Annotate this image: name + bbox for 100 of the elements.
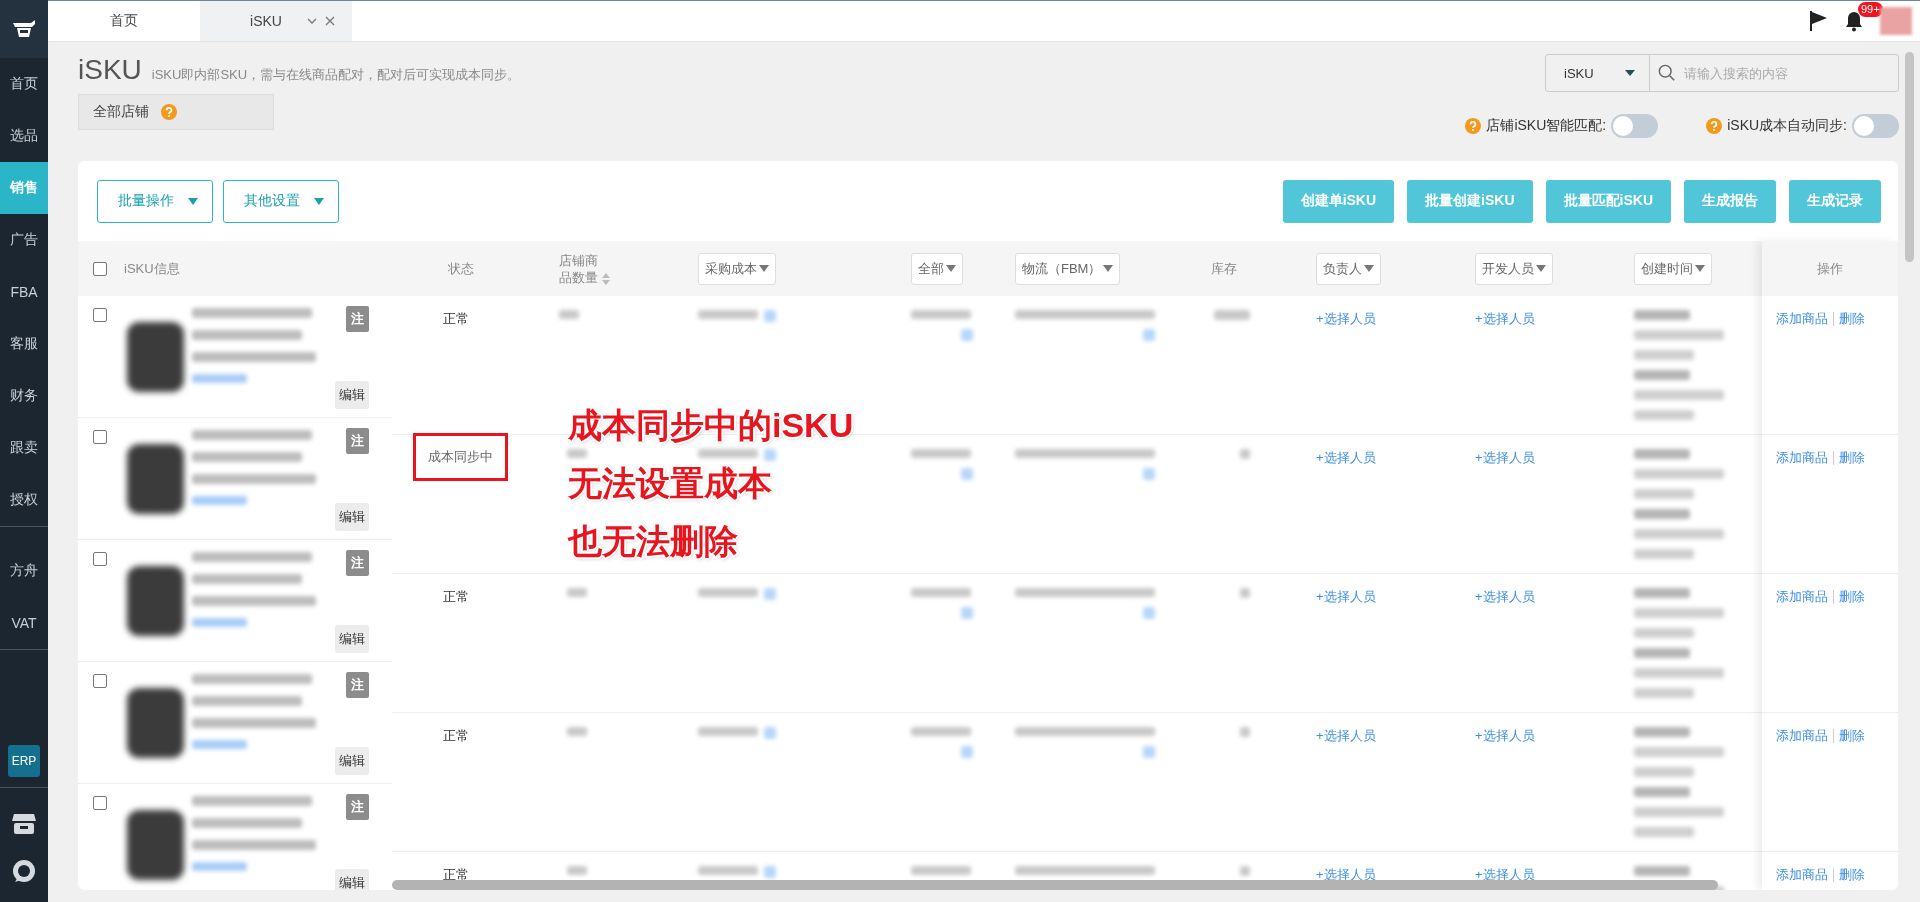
store-filter[interactable]: 全部店铺	[78, 94, 274, 130]
select-all-checkbox[interactable]	[93, 261, 107, 276]
redacted-text	[961, 746, 973, 758]
action-button[interactable]: 生成报告	[1684, 179, 1776, 223]
redacted-text	[559, 310, 579, 319]
edit-button[interactable]: 编辑	[335, 625, 369, 653]
redacted-text	[698, 449, 758, 458]
delete-link[interactable]: 删除	[1839, 449, 1865, 573]
redacted-text	[1634, 410, 1694, 420]
note-tag: 注	[346, 428, 369, 454]
sidebar-item[interactable]: 选品	[0, 110, 48, 162]
select-person-link[interactable]: +选择人员	[1316, 866, 1376, 884]
store-icon[interactable]	[11, 812, 37, 836]
select-person-link[interactable]: +选择人员	[1316, 310, 1376, 328]
redacted-text	[1634, 509, 1690, 519]
redacted-text	[567, 449, 587, 458]
action-button[interactable]: 生成记录	[1789, 179, 1881, 223]
highlighted-status: 成本同步中	[413, 433, 508, 481]
select-person-link[interactable]: +选择人员	[1475, 727, 1535, 745]
sidebar-item[interactable]: 财务	[0, 370, 48, 422]
toggle-switch[interactable]	[1852, 114, 1899, 138]
redacted-text	[764, 588, 776, 600]
redacted-text	[1240, 588, 1250, 598]
toggle-switch[interactable]	[1611, 114, 1659, 138]
dropdown-button[interactable]: 批量操作	[97, 179, 213, 223]
redacted-text	[911, 310, 971, 319]
select-person-link[interactable]: +选择人员	[1316, 727, 1376, 745]
scrollbar-thumb[interactable]	[1905, 52, 1914, 262]
column-filter[interactable]: 物流（FBM）	[1015, 252, 1121, 285]
row-checkbox[interactable]	[93, 308, 107, 322]
redacted-text	[192, 618, 247, 627]
redacted-text	[911, 449, 971, 458]
delete-link[interactable]: 删除	[1839, 727, 1865, 851]
select-person-link[interactable]: +选择人员	[1316, 588, 1376, 606]
sidebar-item[interactable]: 方舟	[0, 545, 48, 597]
column-filter[interactable]: 负责人	[1316, 252, 1381, 285]
select-person-link[interactable]: +选择人员	[1316, 449, 1376, 467]
page-title: iSKU	[78, 54, 142, 86]
sidebar-item[interactable]: 首页	[0, 58, 48, 110]
column-header: 库存	[1211, 259, 1237, 278]
redacted-text	[1634, 350, 1694, 360]
annotation-text: 也无法删除	[568, 521, 739, 562]
page-tab[interactable]: iSKU	[200, 1, 352, 41]
row-checkbox[interactable]	[93, 552, 107, 566]
support-icon[interactable]	[11, 858, 37, 884]
edit-button[interactable]: 编辑	[335, 503, 369, 531]
add-product-link[interactable]: 添加商品	[1776, 866, 1828, 890]
help-icon	[161, 104, 177, 120]
sidebar-item[interactable]: 授权	[0, 474, 48, 526]
horizontal-scrollbar[interactable]	[392, 880, 1718, 890]
delete-link[interactable]: 删除	[1839, 866, 1865, 890]
column-filter[interactable]: 全部	[911, 252, 963, 285]
edit-button[interactable]: 编辑	[335, 381, 369, 409]
redacted-text	[1634, 866, 1690, 876]
select-person-link[interactable]: +选择人员	[1475, 449, 1535, 467]
select-person-link[interactable]: +选择人员	[1475, 310, 1535, 328]
edit-button[interactable]: 编辑	[335, 747, 369, 775]
select-person-link[interactable]: +选择人员	[1475, 588, 1535, 606]
column-filter[interactable]: 开发人员	[1475, 252, 1553, 285]
delete-link[interactable]: 删除	[1839, 588, 1865, 712]
redacted-text	[1634, 767, 1694, 777]
row-checkbox[interactable]	[93, 430, 107, 444]
row-checkbox[interactable]	[93, 796, 107, 810]
action-button[interactable]: 创建单iSKU	[1282, 179, 1395, 223]
column-header: iSKU信息	[124, 259, 180, 278]
sidebar-item[interactable]: FBA	[0, 266, 48, 318]
delete-link[interactable]: 删除	[1839, 310, 1865, 434]
sidebar-item[interactable]: 跟卖	[0, 422, 48, 474]
sidebar-item[interactable]: 销售	[0, 162, 48, 214]
add-product-link[interactable]: 添加商品	[1776, 727, 1828, 851]
action-button[interactable]: 批量匹配iSKU	[1545, 179, 1671, 223]
row-checkbox[interactable]	[93, 674, 107, 688]
redacted-text	[764, 727, 776, 739]
flag-icon[interactable]	[1808, 10, 1828, 32]
select-person-link[interactable]: +选择人员	[1475, 866, 1535, 884]
erp-badge[interactable]: ERP	[8, 745, 40, 777]
page-tab[interactable]: 首页	[48, 1, 200, 41]
search-bar[interactable]: iSKU 请输入搜索的内容	[1545, 54, 1899, 92]
add-product-link[interactable]: 添加商品	[1776, 449, 1828, 573]
redacted-text	[911, 866, 971, 875]
sidebar-item[interactable]: 广告	[0, 214, 48, 266]
sidebar-item[interactable]: 客服	[0, 318, 48, 370]
redacted-text	[1634, 688, 1694, 698]
action-button[interactable]: 批量创建iSKU	[1407, 179, 1533, 223]
column-header: 店铺商品数量	[559, 251, 599, 286]
redacted-text	[192, 862, 247, 871]
note-tag: 注	[346, 550, 369, 576]
redacted-text	[1143, 468, 1155, 480]
search-type-select[interactable]: iSKU	[1546, 55, 1650, 91]
column-filter[interactable]: 创建时间	[1634, 252, 1712, 285]
sidebar-item[interactable]: VAT	[0, 597, 48, 649]
status-text: 正常	[442, 866, 470, 884]
search-field[interactable]: 请输入搜索的内容	[1682, 64, 1886, 82]
edit-button[interactable]: 编辑	[335, 869, 369, 890]
close-icon[interactable]	[323, 15, 336, 27]
dropdown-button[interactable]: 其他设置	[223, 179, 339, 223]
column-filter[interactable]: 采购成本	[698, 252, 776, 285]
add-product-link[interactable]: 添加商品	[1776, 310, 1828, 434]
add-product-link[interactable]: 添加商品	[1776, 588, 1828, 712]
redacted-text	[1240, 866, 1250, 876]
